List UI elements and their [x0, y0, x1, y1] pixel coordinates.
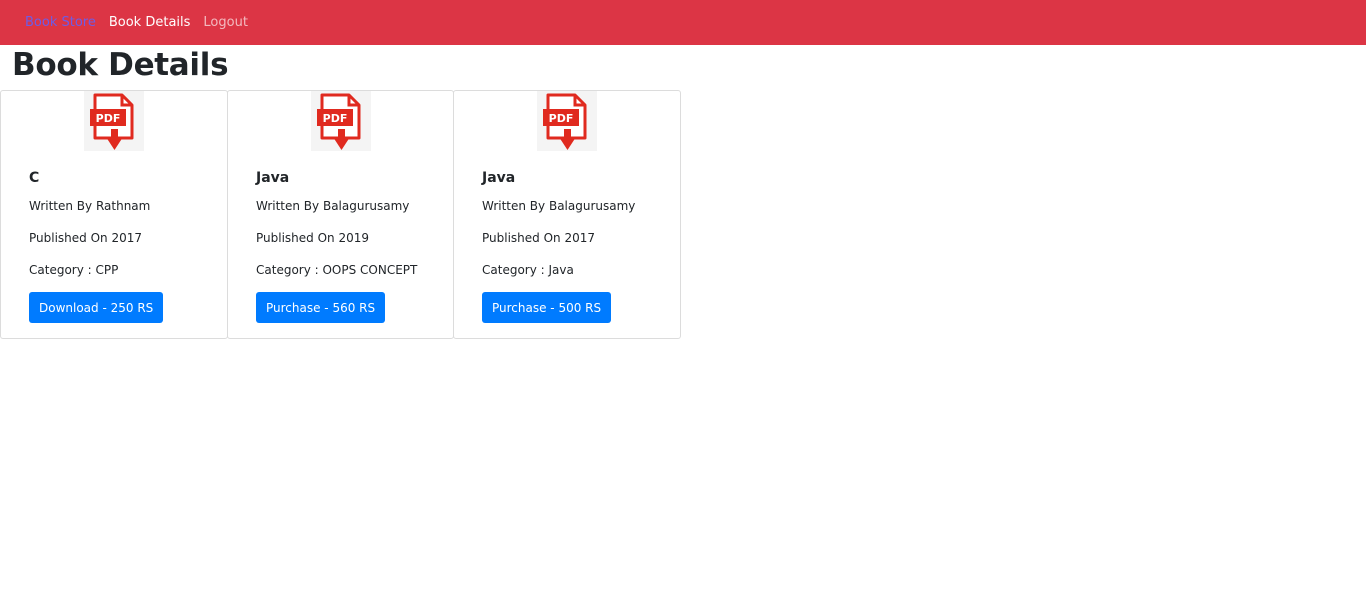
book-category: Category : OOPS CONCEPT — [256, 263, 418, 277]
book-category: Category : Java — [482, 263, 574, 277]
book-published: Published On 2017 — [29, 231, 142, 245]
book-title: Java — [256, 170, 290, 186]
nav-brand-link[interactable]: Book Store — [25, 15, 96, 30]
book-title: C — [29, 170, 40, 186]
pdf-download-icon: PDF — [310, 91, 371, 151]
book-author: Written By Balagurusamy — [482, 199, 636, 213]
purchase-button[interactable]: Purchase - 500 RS — [482, 292, 612, 323]
page-title: Book Details — [12, 47, 229, 83]
book-published: Published On 2017 — [482, 231, 595, 245]
book-title: Java — [482, 170, 516, 186]
book-author: Written By Balagurusamy — [256, 199, 410, 213]
purchase-button[interactable]: Purchase - 560 RS — [256, 292, 386, 323]
top-navbar: Book Store Book Details Logout — [0, 0, 1366, 45]
book-category: Category : CPP — [29, 263, 119, 277]
book-card: PDF C Written By Rathnam Published On 20… — [0, 90, 228, 339]
book-card-list: PDF C Written By Rathnam Published On 20… — [0, 90, 681, 339]
svg-text:PDF: PDF — [549, 112, 574, 125]
nav-logout-link[interactable]: Logout — [203, 15, 248, 30]
book-published: Published On 2019 — [256, 231, 369, 245]
book-card: PDF Java Written By Balagurusamy Publish… — [227, 90, 454, 339]
nav-book-details-link[interactable]: Book Details — [109, 15, 191, 30]
book-card: PDF Java Written By Balagurusamy Publish… — [453, 90, 681, 339]
download-button[interactable]: Download - 250 RS — [29, 292, 164, 323]
svg-text:PDF: PDF — [96, 112, 121, 125]
svg-text:PDF: PDF — [322, 112, 347, 125]
pdf-download-icon: PDF — [84, 91, 144, 151]
pdf-download-icon: PDF — [537, 91, 597, 151]
book-author: Written By Rathnam — [29, 199, 151, 213]
